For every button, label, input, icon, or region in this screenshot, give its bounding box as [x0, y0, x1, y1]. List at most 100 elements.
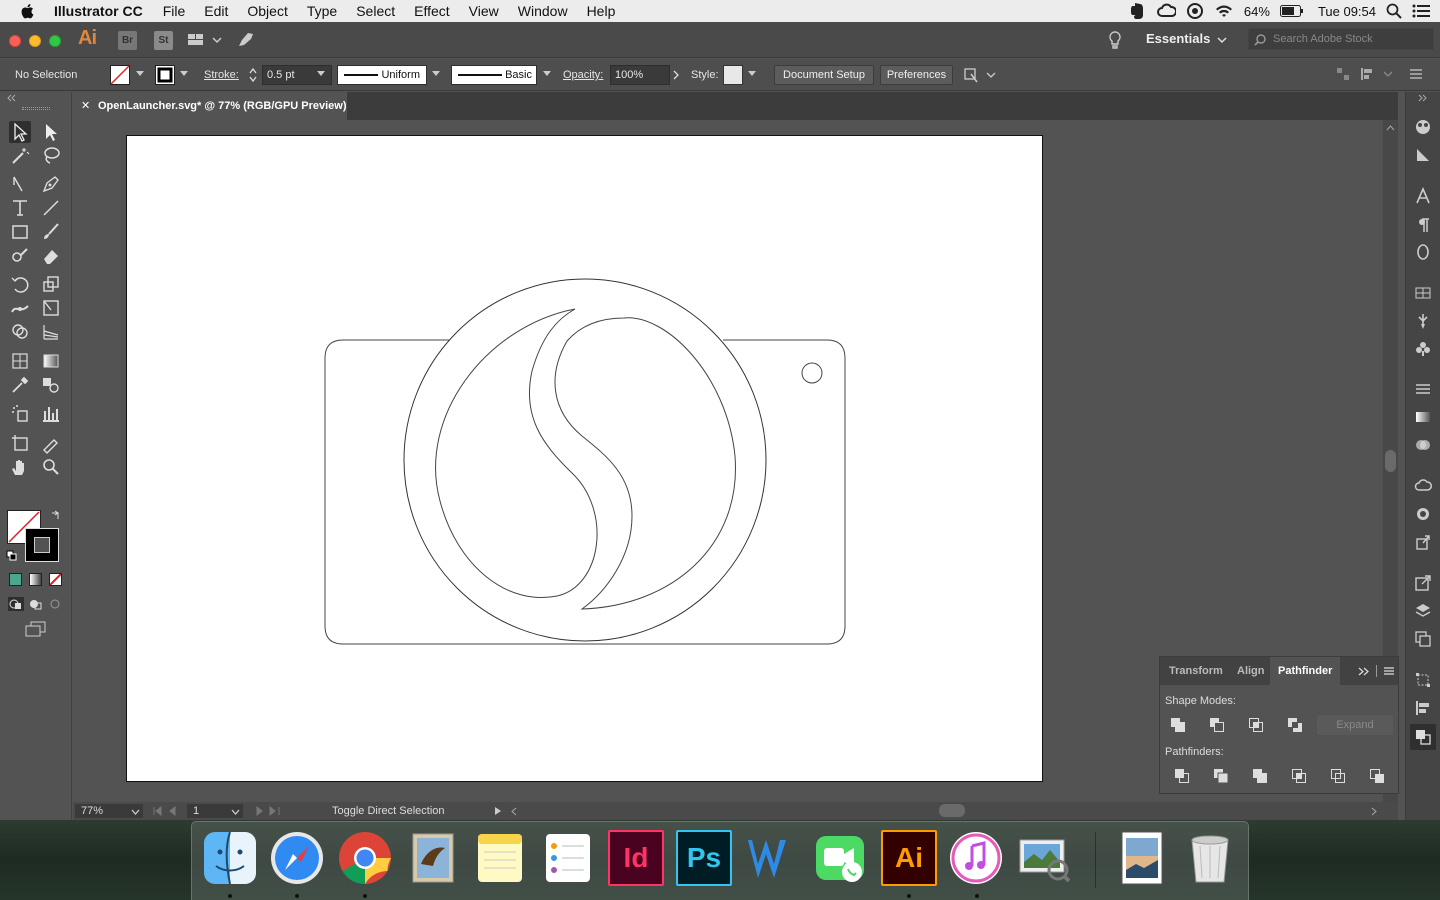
color-theme-icon[interactable]: [1414, 118, 1432, 136]
collapse-panel-icon[interactable]: [6, 94, 16, 102]
close-window-button[interactable]: [9, 35, 21, 47]
menu-select[interactable]: Select: [356, 3, 395, 19]
lightbulb-icon[interactable]: [1107, 30, 1123, 50]
evernote-icon[interactable]: [1128, 2, 1146, 20]
menu-type[interactable]: Type: [307, 3, 337, 19]
draw-behind-icon[interactable]: [28, 597, 44, 611]
lens-right-swirl[interactable]: [554, 317, 736, 610]
brushes-panel-icon[interactable]: [1414, 312, 1432, 330]
menu-window[interactable]: Window: [518, 3, 568, 19]
brush-definition[interactable]: Basic: [451, 65, 537, 85]
default-fill-stroke-icon[interactable]: [6, 550, 18, 562]
opacity-label[interactable]: Opacity:: [563, 69, 603, 81]
character-panel-icon[interactable]: [1414, 187, 1432, 205]
scroll-left-icon[interactable]: [511, 807, 517, 816]
curvature-tool[interactable]: [9, 173, 31, 195]
document-tab[interactable]: ✕ OpenLauncher.svg* @ 77% (RGB/GPU Previ…: [72, 92, 347, 120]
itunes-icon[interactable]: [948, 830, 1004, 886]
gradient-panel-icon[interactable]: [1414, 408, 1432, 426]
zoom-window-button[interactable]: [49, 35, 61, 47]
document-setup-button[interactable]: Document Setup: [774, 65, 874, 85]
photos-stack-icon[interactable]: [1114, 830, 1170, 886]
battery-icon[interactable]: [1279, 5, 1304, 17]
apple-icon[interactable]: [18, 1, 38, 21]
tab-transform[interactable]: Transform: [1161, 657, 1231, 685]
camera-launcher-artwork[interactable]: [127, 136, 1044, 783]
profile-dropdown[interactable]: [432, 71, 440, 76]
panel-collapse-icon[interactable]: [1358, 667, 1370, 676]
minus-front-icon[interactable]: [1207, 715, 1227, 735]
close-tab-icon[interactable]: ✕: [81, 92, 90, 120]
camera-flash-circle[interactable]: [801, 362, 823, 384]
first-artboard-icon[interactable]: [153, 806, 181, 816]
stroke-color-box[interactable]: [25, 528, 59, 562]
align-panel-icon[interactable]: [1360, 67, 1394, 81]
paintbrush-tool[interactable]: [40, 221, 62, 243]
scroll-up-icon[interactable]: [1386, 125, 1395, 131]
artboard-dropdown-icon[interactable]: [231, 809, 240, 815]
divide-icon[interactable]: [1172, 766, 1192, 786]
brush-dropdown[interactable]: [543, 71, 551, 76]
rectangle-tool[interactable]: [9, 221, 31, 243]
asset-export-icon[interactable]: [1414, 533, 1432, 551]
status-menu-arrow-icon[interactable]: [494, 806, 502, 816]
spotlight-search-icon[interactable]: [1386, 3, 1402, 19]
perspective-grid-tool[interactable]: [40, 321, 62, 343]
selection-tool[interactable]: [9, 121, 31, 143]
trim-icon[interactable]: [1211, 766, 1231, 786]
mail-icon[interactable]: [405, 830, 461, 886]
safari-icon[interactable]: [269, 830, 325, 886]
indesign-icon[interactable]: Id: [608, 830, 664, 886]
menu-app-name[interactable]: Illustrator CC: [54, 3, 143, 19]
type-tool[interactable]: [9, 197, 31, 219]
vertical-scroll-thumb[interactable]: [1385, 450, 1396, 472]
tab-align[interactable]: Align: [1229, 657, 1273, 685]
word-icon[interactable]: [744, 830, 800, 886]
expand-button[interactable]: Expand: [1317, 715, 1393, 735]
outline-icon[interactable]: [1328, 766, 1348, 786]
illustrator-dock-icon[interactable]: Ai: [881, 830, 937, 886]
wifi-icon[interactable]: [1214, 3, 1234, 19]
pathfinder-dock-button[interactable]: [1410, 724, 1436, 750]
expand-panels-icon[interactable]: [1418, 94, 1428, 102]
minus-back-icon[interactable]: [1367, 766, 1387, 786]
scale-tool[interactable]: [40, 273, 62, 295]
finder-icon[interactable]: [202, 830, 258, 886]
lens-outer-circle[interactable]: [403, 278, 767, 642]
menu-object[interactable]: Object: [247, 3, 287, 19]
stroke-label[interactable]: Stroke:: [204, 69, 239, 81]
rotate-tool[interactable]: [9, 273, 31, 295]
zoom-tool[interactable]: [40, 456, 62, 478]
panel-grip[interactable]: [22, 107, 50, 110]
merge-icon[interactable]: [1250, 766, 1270, 786]
sync-icon[interactable]: [1186, 2, 1204, 20]
chevron-down-icon[interactable]: [1217, 37, 1227, 44]
shape-builder-tool[interactable]: [9, 321, 31, 343]
menu-view[interactable]: View: [469, 3, 499, 19]
blend-tool[interactable]: [40, 374, 62, 396]
photoshop-icon[interactable]: Ps: [676, 830, 732, 886]
libraries-panel-icon[interactable]: [1414, 477, 1432, 495]
menu-effect[interactable]: Effect: [414, 3, 450, 19]
notification-center-icon[interactable]: [1412, 4, 1430, 18]
artboard-tool[interactable]: [9, 432, 31, 454]
facetime-icon[interactable]: [812, 830, 868, 886]
stroke-panel-icon[interactable]: [1414, 380, 1432, 398]
pen-tool[interactable]: [40, 173, 62, 195]
select-similar-icon[interactable]: [963, 66, 997, 84]
zoom-dropdown-icon[interactable]: [131, 809, 140, 815]
scroll-right-icon[interactable]: [1371, 807, 1377, 816]
menubar-clock[interactable]: Tue 09:54: [1318, 4, 1376, 19]
menu-help[interactable]: Help: [587, 3, 616, 19]
column-graph-tool[interactable]: [40, 403, 62, 425]
fill-dropdown[interactable]: [136, 71, 144, 76]
notes-icon[interactable]: [472, 830, 528, 886]
hand-tool[interactable]: [9, 456, 31, 478]
variable-width-profile[interactable]: Uniform: [337, 65, 427, 85]
mesh-tool[interactable]: [9, 350, 31, 372]
chrome-icon[interactable]: [337, 830, 393, 886]
chevron-right-icon[interactable]: [672, 70, 680, 80]
artboards-panel-icon[interactable]: [1414, 630, 1432, 648]
crop-icon[interactable]: [1289, 766, 1309, 786]
export-icon[interactable]: [1414, 574, 1432, 592]
